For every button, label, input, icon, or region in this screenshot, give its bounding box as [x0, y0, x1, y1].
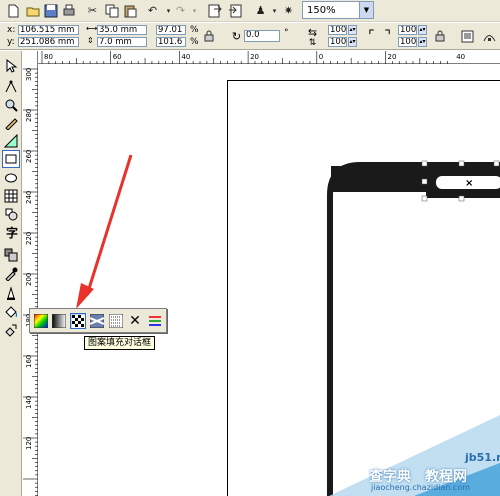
x-label: x: [7, 25, 16, 35]
redo-dropdown-icon[interactable]: ▾ [186, 2, 203, 19]
ruler-label: 120 [25, 437, 33, 450]
zoom-tool-icon[interactable] [2, 96, 20, 114]
spinner-icon[interactable]: ▴▾ [348, 37, 357, 47]
ruler-label: 200 [25, 273, 33, 286]
round-corner-icon[interactable]: ⌜ [364, 27, 379, 45]
ruler-label: 20 [388, 53, 397, 61]
drawing-canvas[interactable]: × jb51.net 查字典 教程网 jiaocheng.chazidian.c… [39, 65, 500, 496]
property-bar: x: 106.515 mm y: 251.086 mm ⟷ 35.0 mm ⇕ … [0, 23, 500, 50]
convert-to-curves-icon[interactable] [482, 27, 497, 45]
ruler-label: 300 [25, 68, 33, 81]
zoom-select[interactable]: 150% ▼ [302, 1, 374, 19]
spinner-icon[interactable]: ▴▾ [348, 25, 357, 35]
width-field[interactable]: 35.0 mm [97, 25, 147, 35]
basic-shapes-tool-icon[interactable] [2, 205, 20, 223]
corner-roundness-top-right[interactable]: 100 [398, 25, 417, 35]
svg-text:字: 字 [6, 225, 18, 239]
cut-icon[interactable]: ✂ [84, 2, 101, 19]
paste-icon[interactable] [121, 2, 138, 19]
undo-icon[interactable]: ↶ [144, 2, 161, 19]
scale-width-field[interactable]: 97.01 [156, 25, 186, 35]
watermark [329, 415, 500, 496]
corner-roundness-bottom-right[interactable]: 100 [398, 37, 417, 47]
ruler-label: 80 [44, 53, 53, 61]
standard-toolbar: ✂ ↶ ▾ ↷ ▾ ♟ ▾ ✷ 150% ▼ [0, 0, 500, 22]
ruler-label: 40 [456, 53, 465, 61]
fill-tool-icon[interactable] [2, 303, 20, 321]
fill-flyout: ✕ [29, 308, 167, 333]
ruler-label: 280 [25, 109, 33, 122]
percent-label: % [190, 25, 199, 35]
y-label: y: [7, 37, 15, 47]
eyedropper-tool-icon[interactable] [2, 265, 20, 283]
rectangle-tool-icon[interactable] [2, 150, 20, 168]
open-icon[interactable] [24, 2, 41, 19]
outline-tool-icon[interactable] [2, 284, 20, 302]
no-fill-icon[interactable]: ✕ [127, 313, 143, 329]
texture-fill-dialog-icon[interactable] [89, 313, 105, 329]
degree-label: ° [284, 28, 289, 38]
lock-ratio-icon[interactable] [201, 27, 216, 45]
ruler-label: 20 [250, 53, 259, 61]
print-icon[interactable] [60, 2, 77, 19]
watermark-site: jb51.net [465, 451, 500, 464]
rotation-angle-field[interactable]: 0.0 [244, 30, 280, 42]
text-tool-icon[interactable]: 字 [2, 223, 20, 241]
zoom-value: 150% [307, 4, 336, 16]
height-icon: ⇕ [87, 36, 94, 45]
fill-color-dialog-icon[interactable] [33, 313, 49, 329]
shape-tool-icon[interactable] [2, 78, 20, 96]
mirror-vertical-icon[interactable]: ⇅ [305, 34, 320, 52]
pattern-fill-dialog-icon[interactable] [70, 313, 86, 329]
vertical-ruler[interactable]: 300280260240220200180160140120 [23, 51, 38, 496]
toolbox: 字 [0, 51, 22, 496]
width-icon: ⟷ [86, 24, 98, 33]
welcome-screen-icon[interactable]: ✷ [280, 2, 297, 19]
height-field[interactable]: 7.0 mm [97, 37, 147, 47]
ruler-label: 220 [25, 232, 33, 245]
polygon-tool-icon[interactable] [2, 187, 20, 205]
wrap-text-icon[interactable] [460, 27, 475, 45]
corner-roundness-bottom-left[interactable]: 100 [328, 37, 347, 47]
export-icon[interactable] [226, 2, 243, 19]
copy-icon[interactable] [103, 2, 120, 19]
spinner-icon[interactable]: ▴▾ [418, 25, 427, 35]
lock-corners-icon[interactable] [432, 27, 447, 45]
pick-tool-icon[interactable] [2, 57, 20, 75]
color-docker-icon[interactable] [147, 313, 163, 329]
ruler-label: 260 [25, 150, 33, 163]
ruler-label: 160 [25, 355, 33, 368]
ruler-label: 40 [181, 53, 190, 61]
corner-roundness-top-left[interactable]: 100 [328, 25, 347, 35]
save-icon[interactable] [42, 2, 59, 19]
ruler-label: 60 [113, 53, 122, 61]
round-corner-icon[interactable]: ⌝ [380, 27, 395, 45]
postscript-fill-dialog-icon[interactable] [108, 313, 124, 329]
watermark-url: jiaocheng.chazidian.com [371, 483, 471, 492]
new-document-icon[interactable] [4, 2, 21, 19]
fountain-fill-dialog-icon[interactable] [51, 313, 67, 329]
smart-fill-tool-icon[interactable] [2, 132, 20, 150]
interactive-blend-tool-icon[interactable] [2, 246, 20, 264]
scale-height-field[interactable]: 101.6 [156, 37, 186, 47]
percent-label: % [190, 37, 199, 47]
ruler-label: 0 [319, 53, 323, 61]
ruler-label: 240 [25, 191, 33, 204]
freehand-tool-icon[interactable] [2, 114, 20, 132]
tooltip: 图案填充对话框 [84, 336, 156, 350]
interactive-fill-tool-icon[interactable] [2, 321, 20, 339]
spinner-icon[interactable]: ▴▾ [418, 37, 427, 47]
ellipse-tool-icon[interactable] [2, 169, 20, 187]
ruler-label: 140 [25, 396, 33, 409]
chevron-down-icon[interactable]: ▼ [359, 2, 373, 18]
horizontal-ruler[interactable]: 806040200204060 [38, 51, 500, 64]
import-icon[interactable] [206, 2, 223, 19]
rotate-icon: ↻ [231, 29, 242, 43]
x-position-field[interactable]: 106.515 mm [18, 25, 79, 35]
y-position-field[interactable]: 251.086 mm [18, 37, 79, 47]
